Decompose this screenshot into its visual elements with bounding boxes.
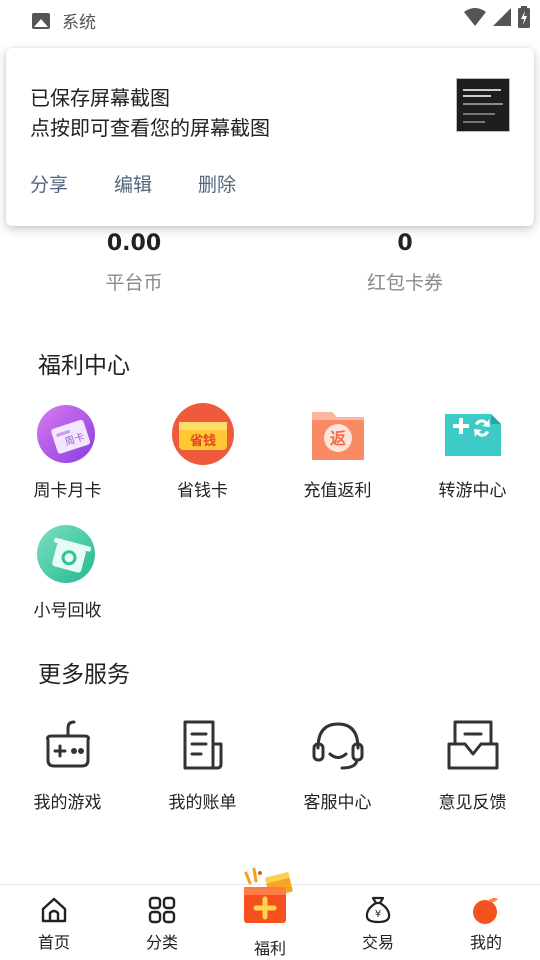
card-icon: 周卡 — [36, 405, 95, 463]
status-right — [464, 6, 530, 28]
service-item-label: 意见反馈 — [438, 793, 507, 813]
image-icon — [32, 12, 50, 29]
profile-fruit-icon — [473, 897, 498, 924]
notification-subtitle: 点按即可查看您的屏幕截图 — [30, 116, 270, 140]
nav-label: 首页 — [37, 933, 70, 952]
gift-box-icon — [244, 867, 293, 923]
notification-title: 已保存屏幕截图 — [30, 86, 170, 110]
welfare-item-label: 小号回收 — [33, 601, 102, 621]
screenshot-notification[interactable]: 已保存屏幕截图 点按即可查看您的屏幕截图 分享 编辑 删除 — [6, 48, 534, 226]
svg-text:省钱: 省钱 — [188, 433, 215, 449]
nav-label: 交易 — [361, 933, 394, 952]
welfare-item-recharge-rebate[interactable]: 返 充值返利 — [270, 402, 405, 501]
wifi-icon — [464, 8, 486, 26]
stat-platform-coin[interactable]: 0.00 平台币 — [34, 226, 234, 295]
service-item-feedback[interactable]: 意见反馈 — [405, 714, 540, 813]
screenshot-thumbnail[interactable] — [456, 78, 510, 132]
edit-button[interactable]: 编辑 — [114, 170, 152, 197]
stat-value: 0.00 — [106, 231, 162, 256]
recycle-icon — [36, 525, 95, 583]
nav-home[interactable]: 首页 — [0, 885, 108, 960]
welfare-item-save-card[interactable]: 省钱 省钱卡 — [135, 402, 270, 501]
inbox-icon — [447, 720, 498, 770]
gamepad-icon — [45, 720, 90, 768]
status-bar: 系统 — [0, 0, 540, 36]
service-item-customer-service[interactable]: 客服中心 — [270, 714, 405, 813]
svg-text:¥: ¥ — [375, 909, 381, 920]
stat-coupons[interactable]: 0 红包卡券 — [305, 226, 505, 295]
nav-label: 分类 — [145, 933, 178, 952]
battery-icon — [518, 6, 530, 28]
welfare-item-transfer-center[interactable]: 转游中心 — [405, 402, 540, 501]
bottom-navigation: 首页 分类 福利 ¥ 交易 我的 — [0, 867, 540, 960]
delete-button[interactable]: 删除 — [198, 170, 236, 197]
status-app-label: 系统 — [62, 13, 96, 33]
grid-icon — [148, 896, 176, 924]
money-bag-icon: ¥ — [365, 896, 391, 924]
rebate-folder-icon: 返 — [311, 412, 364, 460]
nav-trade[interactable]: ¥ 交易 — [324, 885, 432, 960]
nav-welfare[interactable]: 福利 — [216, 867, 324, 960]
nav-category[interactable]: 分类 — [108, 885, 216, 960]
service-item-label: 客服中心 — [303, 793, 372, 813]
welfare-item-label: 周卡月卡 — [33, 481, 102, 501]
service-item-my-bills[interactable]: 我的账单 — [135, 714, 270, 813]
nav-label: 福利 — [253, 939, 286, 958]
home-icon — [41, 897, 67, 923]
stat-label: 红包卡券 — [366, 272, 443, 294]
svg-text:返: 返 — [329, 429, 345, 448]
signal-icon — [493, 8, 511, 26]
balance-stats: 0.00 平台币 0 红包卡券 — [0, 226, 540, 306]
transfer-icon — [444, 414, 501, 456]
section-title-services: 更多服务 — [38, 662, 130, 688]
welfare-item-label: 转游中心 — [438, 481, 507, 501]
status-left: 系统 — [32, 8, 96, 33]
stat-value: 0 — [397, 231, 413, 256]
welfare-item-label: 充值返利 — [303, 481, 372, 501]
nav-label: 我的 — [469, 933, 502, 952]
bill-icon — [183, 720, 222, 770]
welfare-item-label: 省钱卡 — [177, 481, 228, 501]
headset-icon — [312, 722, 363, 770]
welfare-item-account-recycle[interactable]: 小号回收 — [0, 522, 135, 621]
service-item-my-games[interactable]: 我的游戏 — [0, 714, 135, 813]
service-item-label: 我的游戏 — [33, 793, 102, 813]
wallet-icon: 省钱 — [171, 403, 234, 465]
welfare-item-weekly-monthly-card[interactable]: 周卡 周卡月卡 — [0, 402, 135, 501]
nav-mine[interactable]: 我的 — [432, 885, 540, 960]
stat-label: 平台币 — [105, 272, 163, 294]
share-button[interactable]: 分享 — [30, 170, 68, 197]
section-title-welfare: 福利中心 — [38, 353, 130, 379]
service-item-label: 我的账单 — [168, 793, 237, 813]
